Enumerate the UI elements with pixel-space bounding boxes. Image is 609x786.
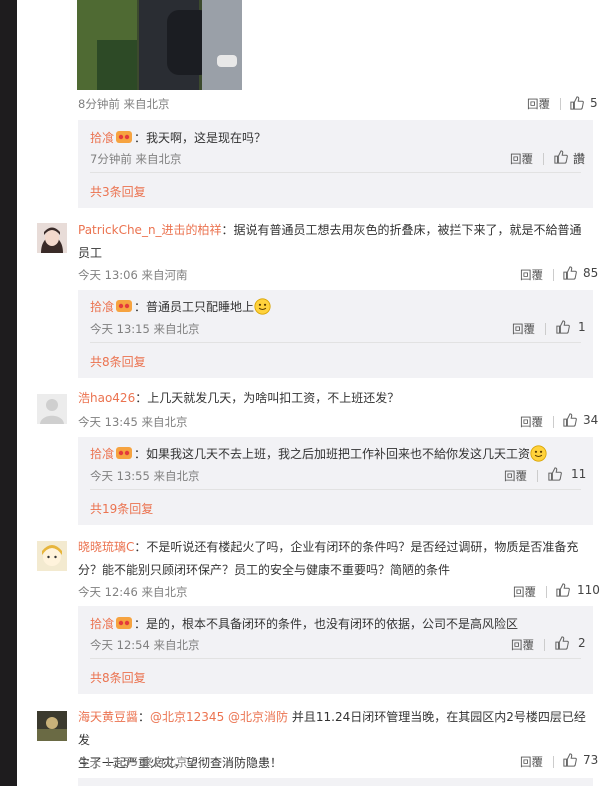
comment-username[interactable]: 晓晓琉璃C [78,540,134,554]
comment-meta: 今天 12:46 来自北京 [78,585,188,599]
like-count: 110 [577,583,600,597]
reply-line: 拾飡 ：如果我这几天不去上班，我之后加班把工作补回来也不給你发这几天工资 [90,445,547,462]
thumbs-up-icon[interactable] [563,753,577,767]
reply-button[interactable]: 回覆 [513,584,536,600]
divider [553,416,554,428]
divider [553,269,554,281]
like-count: 73 [583,753,599,767]
divider [90,342,581,343]
reply-meta: 今天 12:54 来自北京 [90,638,200,652]
left-dark-strip [0,0,17,786]
reply-username[interactable]: 拾飡 [90,617,114,631]
more-replies-link[interactable]: 共8条回复 [90,669,146,686]
more-replies-link[interactable]: 共8条回复 [90,353,146,370]
thumbs-up-icon[interactable] [570,96,584,110]
fan-badge-icon [116,447,133,459]
reply-line: 拾飡 ：是的，根本不具备闭环的条件，也没有闭环的依据，公司不是高风险区 [90,615,518,632]
mention-link[interactable]: @北京消防 [228,710,288,724]
divider [543,153,544,165]
mention-link[interactable]: @北京12345 [150,710,224,724]
reply-text: ：如果我这几天不去上班，我之后加班把工作补回来也不給你发这几天工资 [134,447,531,461]
reply-box: 拾飡 ：是的，根本不具备闭环的条件，也没有闭环的依据，公司不是高风险区 今天 12… [78,606,593,694]
reply-button[interactable]: 回覆 [504,468,527,484]
reply-button[interactable]: 回覆 [512,321,535,337]
reply-button[interactable]: 回覆 [520,267,543,283]
reply-button[interactable]: 回覆 [511,637,534,653]
reply-button[interactable]: 回覆 [510,151,533,167]
comment-meta: 今天 13:45 来自北京 [78,415,188,429]
divider [90,172,581,173]
comment-text: 浩hao426：上几天就发几天，为啥叫扣工资，不上班还发？ [78,391,400,405]
reply-box [78,778,593,786]
thumbs-up-icon[interactable] [556,320,570,334]
avatar[interactable] [37,394,67,424]
comment-meta: 今天 13:55 来自北京 [78,755,188,769]
comment-text: PatrickChe_n_进击的柏祥：据说有普通员工想去用灰色的折叠床，被拦下来… [78,223,582,260]
comment-username[interactable]: PatrickChe_n_进击的柏祥 [78,223,222,237]
reply-text: ：我天啊，这是现在吗？ [134,131,267,145]
reply-text: ：普通员工只配睡地上 [134,300,255,314]
like-count: 34 [583,413,599,427]
reply-button[interactable]: 回覆 [527,96,550,112]
reply-box: 拾飡 ：如果我这几天不去上班，我之后加班把工作补回来也不給你发这几天工资 今天 1… [78,437,593,525]
reply-button[interactable]: 回覆 [520,414,543,430]
comment-feed: 8分钟前 来自北京 回覆 5 拾飡 ：我天啊，这是现在吗？ 7分钟前 来自北京 回… [17,0,609,786]
thumbs-up-icon[interactable] [556,583,570,597]
like-count: 85 [583,266,599,280]
thumbs-up-icon[interactable] [548,467,562,481]
reply-meta: 7分钟前 来自北京 [90,152,182,166]
post-photo[interactable] [77,0,242,90]
thumbs-up-icon[interactable] [555,636,569,650]
smiley-emoji-icon [254,298,271,315]
divider [544,639,545,651]
divider [537,470,538,482]
smiley-emoji-icon [530,445,547,462]
reply-meta: 今天 13:55 来自北京 [90,469,200,483]
comment-meta: 今天 13:06 来自河南 [78,268,188,282]
reply-box: 拾飡 ：普通员工只配睡地上 今天 13:15 来自北京 回覆 1 共8条回复 [78,290,593,378]
divider [90,658,581,659]
like-count: 11 [571,467,587,481]
divider [546,586,547,598]
avatar[interactable] [37,541,67,571]
more-replies-link[interactable]: 共3条回复 [90,183,146,200]
reply-text: ：是的，根本不具备闭环的条件，也没有闭环的依据，公司不是高风险区 [134,617,519,631]
reply-username[interactable]: 拾飡 [90,447,114,461]
divider [90,489,581,490]
comment-username[interactable]: 海天黄豆醤 [78,710,138,724]
reply-username[interactable]: 拾飡 [90,131,114,145]
fan-badge-icon [116,300,133,312]
reply-line: 拾飡 ：普通员工只配睡地上 [90,298,271,315]
fan-badge-icon [116,131,133,143]
like-count: 1 [578,320,586,334]
avatar[interactable] [37,711,67,741]
avatar[interactable] [37,223,67,253]
like-count: 2 [578,636,586,650]
like-count: 5 [590,96,598,110]
divider [553,756,554,768]
reply-username[interactable]: 拾飡 [90,300,114,314]
thumbs-up-icon[interactable] [563,413,577,427]
fan-badge-icon [116,617,133,629]
reply-box: 拾飡 ：我天啊，这是现在吗？ 7分钟前 来自北京 回覆 讚 共3条回复 [78,120,593,208]
reply-meta: 今天 13:15 来自北京 [90,322,200,336]
more-replies-link[interactable]: 共19条回复 [90,500,153,517]
reply-button[interactable]: 回覆 [520,754,543,770]
divider [545,323,546,335]
comment-text: 晓晓琉璃C：不是听说还有楼起火了吗，企业有闭环的条件吗？是否经过调研，物质是否准… [78,540,579,577]
reply-line: 拾飡 ：我天啊，这是现在吗？ [90,129,266,146]
divider [560,98,561,110]
thumbs-up-icon[interactable] [563,266,577,280]
thumbs-up-icon[interactable] [554,150,568,164]
comment-username[interactable]: 浩hao426 [78,391,135,405]
post-meta: 8分钟前 来自北京 [78,97,170,111]
like-label[interactable]: 讚 [573,150,585,167]
